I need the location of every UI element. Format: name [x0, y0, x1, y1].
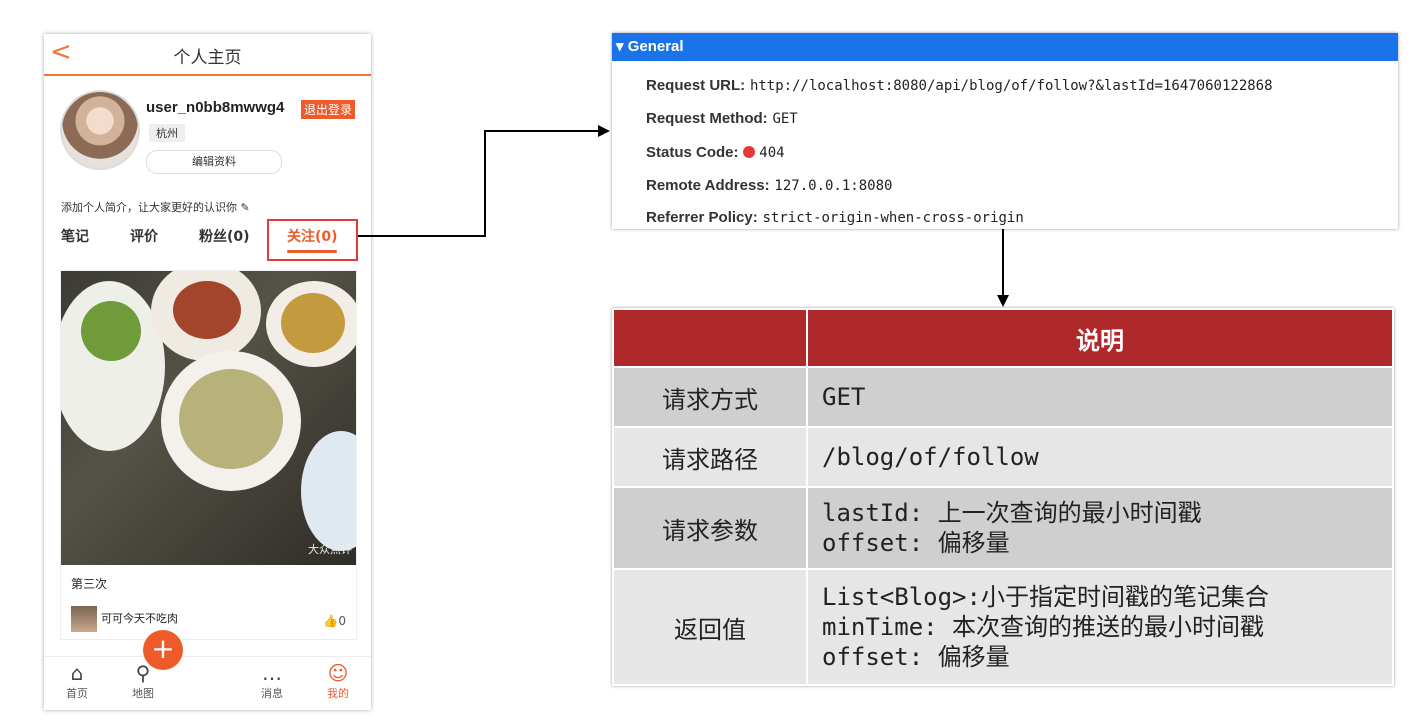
- request-url-row: Request URL: http://localhost:8080/api/b…: [646, 75, 1273, 96]
- value-line: GET: [822, 383, 866, 411]
- request-method-row: Request Method: GET: [646, 108, 798, 129]
- row-value: GET: [806, 366, 1394, 428]
- arrow-head-right: [598, 125, 610, 137]
- value-line: minTime: 本次查询的推送的最小时间戳: [822, 613, 1265, 641]
- row-label: 返回值: [612, 568, 808, 686]
- value-line: offset: 偏移量: [822, 643, 1010, 671]
- row-label: 请求参数: [612, 486, 808, 570]
- request-url-key: Request URL:: [646, 77, 746, 94]
- table-row: 请求参数 lastId: 上一次查询的最小时间戳 offset: 偏移量: [612, 486, 1394, 570]
- referrer-policy-key: Referrer Policy:: [646, 209, 758, 226]
- table-header-row: 说明: [612, 308, 1394, 368]
- row-value: /blog/of/follow: [806, 426, 1394, 488]
- referrer-policy-value: strict-origin-when-cross-origin: [762, 210, 1024, 226]
- api-description-table: 说明 请求方式 GET 请求路径 /blog/of/follow 请求参数 la…: [612, 308, 1394, 686]
- status-code-row: Status Code: 404: [646, 142, 785, 163]
- remote-address-key: Remote Address:: [646, 177, 770, 194]
- status-error-dot-icon: [743, 146, 756, 158]
- table-row: 请求方式 GET: [612, 366, 1394, 428]
- table-header-description: 说明: [806, 308, 1394, 368]
- remote-address-row: Remote Address: 127.0.0.1:8080: [646, 175, 892, 196]
- referrer-policy-row: Referrer Policy: strict-origin-when-cros…: [646, 207, 1024, 228]
- table-header-empty: [612, 308, 808, 368]
- value-line: lastId: 上一次查询的最小时间戳: [822, 499, 1202, 527]
- status-code-value: 404: [759, 145, 785, 161]
- request-method-key: Request Method:: [646, 110, 768, 127]
- remote-address-value: 127.0.0.1:8080: [774, 178, 893, 194]
- value-line: offset: 偏移量: [822, 529, 1010, 557]
- value-line: List<Blog>:小于指定时间戳的笔记集合: [822, 583, 1269, 611]
- row-label: 请求路径: [612, 426, 808, 488]
- table-row: 返回值 List<Blog>:小于指定时间戳的笔记集合 minTime: 本次查…: [612, 568, 1394, 686]
- value-line: /blog/of/follow: [822, 443, 1039, 471]
- general-header[interactable]: ▾ General: [612, 33, 1398, 61]
- request-method-value: GET: [772, 111, 798, 127]
- row-value: lastId: 上一次查询的最小时间戳 offset: 偏移量: [806, 486, 1394, 570]
- table-row: 请求路径 /blog/of/follow: [612, 426, 1394, 488]
- arrow-head-down: [997, 295, 1009, 307]
- request-url-value: http://localhost:8080/api/blog/of/follow…: [749, 78, 1273, 94]
- devtools-general-panel: ▾ General Request URL: http://localhost:…: [612, 33, 1398, 229]
- status-code-key: Status Code:: [646, 144, 739, 161]
- arrow-line-right: [358, 130, 600, 237]
- row-label: 请求方式: [612, 366, 808, 428]
- row-value: List<Blog>:小于指定时间戳的笔记集合 minTime: 本次查询的推送…: [806, 568, 1394, 686]
